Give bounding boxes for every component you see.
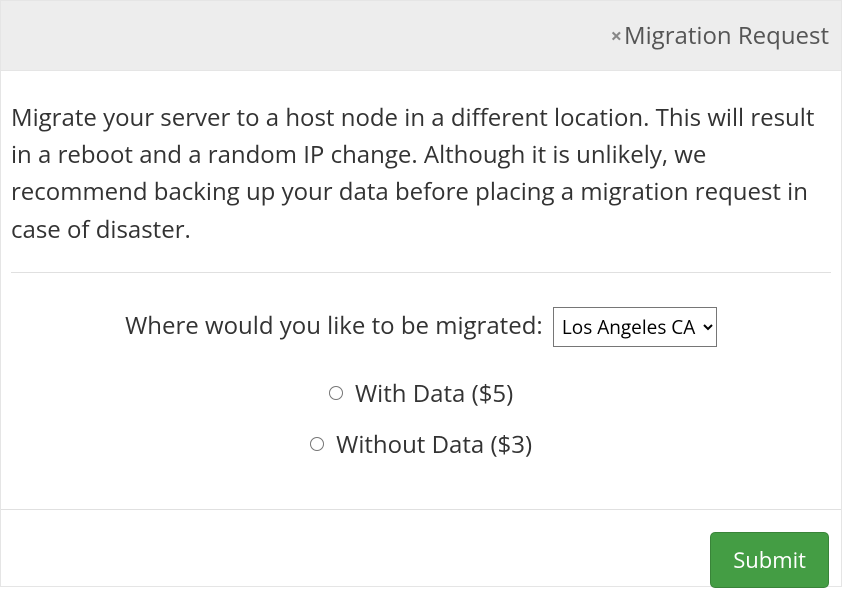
with-data-label[interactable]: With Data ($5) [329,377,513,410]
with-data-text: With Data ($5) [355,377,513,410]
submit-button[interactable]: Submit [710,532,829,588]
without-data-row: Without Data ($3) [11,428,831,461]
without-data-label[interactable]: Without Data ($3) [310,428,532,461]
modal-footer: Submit [1,509,841,610]
without-data-text: Without Data ($3) [336,428,532,461]
migration-request-modal: × Migration Request Migrate your server … [0,0,842,587]
divider [11,272,831,273]
without-data-radio[interactable] [310,437,324,451]
modal-title: Migration Request [624,19,829,52]
close-icon[interactable]: × [611,26,622,46]
location-row: Where would you like to be migrated: Los… [11,307,831,347]
with-data-radio[interactable] [329,386,343,400]
migration-description: Migrate your server to a host node in a … [11,99,831,248]
with-data-row: With Data ($5) [11,377,831,410]
modal-header: × Migration Request [1,1,841,71]
location-prompt-label: Where would you like to be migrated: [125,309,543,342]
modal-body: Migrate your server to a host node in a … [1,71,841,509]
location-select[interactable]: Los Angeles CA [553,307,717,347]
